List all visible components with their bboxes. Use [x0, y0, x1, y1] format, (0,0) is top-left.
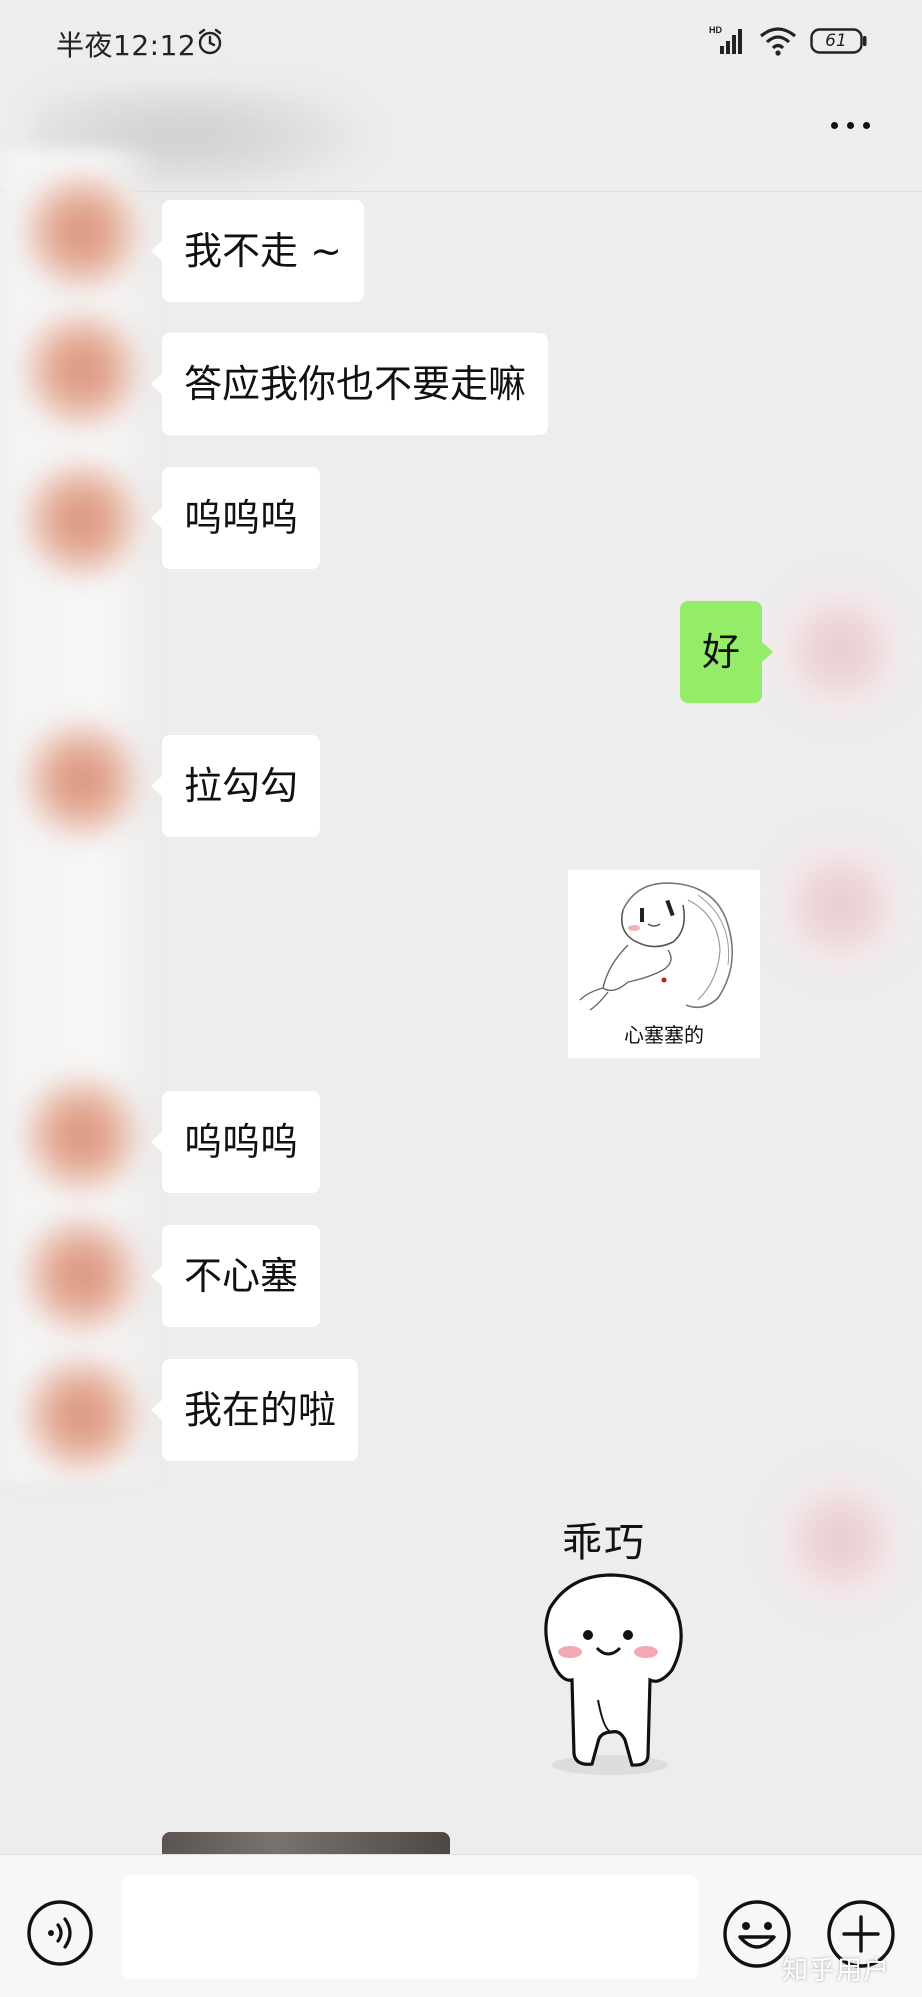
avatar[interactable]	[770, 835, 910, 975]
watermark: 知乎用户	[782, 1956, 891, 1986]
more-options-button[interactable]	[822, 110, 878, 140]
avatar[interactable]	[22, 310, 142, 430]
message-bubble[interactable]: 拉勾勾	[150, 735, 321, 837]
avatar[interactable]	[22, 172, 142, 292]
more-dot	[846, 121, 854, 129]
sticker-caption: 心塞塞的	[624, 1023, 704, 1047]
battery-indicator: 61	[810, 28, 868, 54]
avatar[interactable]	[22, 1075, 142, 1195]
avatar[interactable]	[22, 460, 142, 580]
sticker-message[interactable]: 乖巧	[500, 1500, 720, 1785]
status-bar: 半夜12:12 HD 61	[0, 0, 922, 86]
alarm-clock-icon	[198, 28, 222, 55]
cute-blob-sticker-icon	[544, 1573, 683, 1775]
avatar[interactable]	[770, 1470, 910, 1610]
more-dots-icon	[830, 121, 838, 129]
avatar[interactable]	[22, 720, 142, 840]
voice-icon[interactable]	[26, 1899, 94, 1967]
avatar[interactable]	[22, 1215, 142, 1335]
photo-message[interactable]	[162, 1832, 450, 1854]
message-bubble[interactable]: 我不走 ~	[151, 200, 364, 302]
message-input[interactable]	[122, 1875, 698, 1979]
status-time: 半夜12:12	[56, 29, 197, 62]
message-bubble[interactable]: 答应我你也不要走嘛	[150, 333, 549, 435]
message-bubble[interactable]: 呜呜呜	[150, 467, 321, 569]
sticker-message[interactable]: 心塞塞的	[568, 870, 760, 1058]
message-bubble-self[interactable]: 好	[679, 601, 774, 703]
more-dot	[862, 121, 870, 129]
signal-icon: HD	[709, 25, 742, 54]
message-bubble[interactable]: 呜呜呜	[150, 1091, 321, 1193]
message-bubble[interactable]: 不心塞	[150, 1225, 321, 1327]
wifi-icon	[759, 27, 797, 56]
message-bubble[interactable]: 我在的啦	[150, 1359, 359, 1461]
avatar[interactable]	[22, 1355, 142, 1475]
avatar[interactable]	[770, 580, 910, 720]
battery-level: 61	[825, 31, 847, 51]
network-badge: HD	[709, 25, 722, 35]
